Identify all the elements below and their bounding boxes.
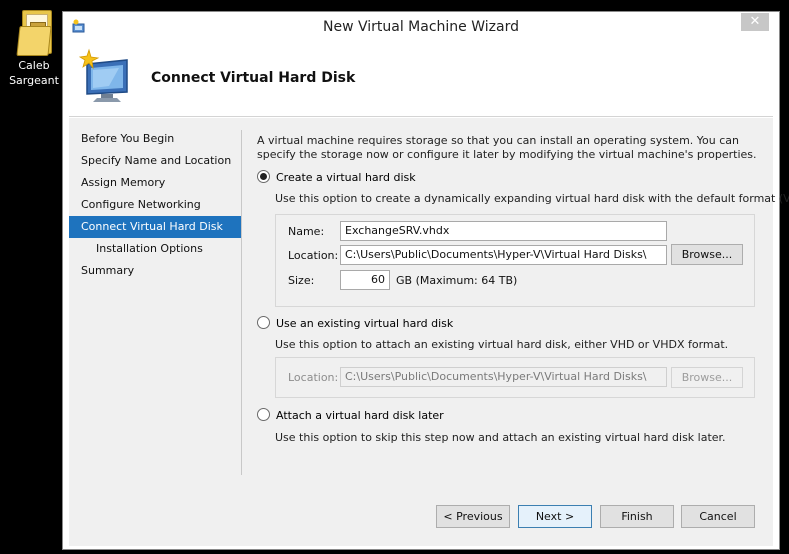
finish-button[interactable]: Finish [600, 505, 674, 528]
content-pane: A virtual machine requires storage so th… [257, 134, 789, 444]
disk-size-input[interactable]: 60 [340, 270, 390, 290]
next-button[interactable]: Next > [518, 505, 592, 528]
name-label: Name: [288, 225, 325, 238]
radio-button-checked[interactable] [257, 170, 270, 183]
existing-disk-group: Location: C:\Users\Public\Documents\Hype… [275, 357, 755, 398]
desktop-folder-shortcut[interactable]: Caleb Sargeant [4, 8, 64, 88]
radio-attach-later[interactable]: Attach a virtual hard disk later [257, 408, 444, 424]
create-disk-group: Name: ExchangeSRV.vhdx Location: C:\User… [275, 214, 755, 307]
monitor-sparkle-icon [79, 48, 128, 102]
radio-later-label: Attach a virtual hard disk later [276, 409, 444, 422]
wizard-body: Before You Begin Specify Name and Locati… [69, 117, 789, 546]
nav-step-specify-name-location[interactable]: Specify Name and Location [69, 150, 241, 172]
title-bar[interactable]: New Virtual Machine Wizard ✕ [63, 12, 779, 42]
folder-icon [16, 8, 52, 56]
existing-browse-button[interactable]: Browse... [671, 367, 743, 388]
wizard-window: New Virtual Machine Wizard ✕ Connect Vir… [62, 11, 789, 550]
existing-location-input[interactable]: C:\Users\Public\Documents\Hyper-V\Virtua… [340, 367, 667, 387]
size-suffix: GB (Maximum: 64 TB) [396, 274, 518, 287]
nav-step-before-you-begin[interactable]: Before You Begin [69, 128, 241, 150]
location-label: Location: [288, 249, 339, 262]
nav-step-configure-networking[interactable]: Configure Networking [69, 194, 241, 216]
window-title: New Virtual Machine Wizard [323, 19, 519, 35]
previous-button[interactable]: < Previous [436, 505, 510, 528]
wizard-steps-nav: Before You Begin Specify Name and Locati… [69, 128, 241, 282]
radio-create-virtual-hard-disk[interactable]: Create a virtual hard disk [257, 170, 416, 186]
nav-divider [241, 130, 242, 475]
size-label: Size: [288, 274, 315, 287]
browse-button[interactable]: Browse... [671, 244, 743, 265]
create-disk-hint: Use this option to create a dynamically … [275, 192, 789, 205]
radio-button-unchecked[interactable] [257, 316, 270, 329]
nav-step-assign-memory[interactable]: Assign Memory [69, 172, 241, 194]
existing-disk-hint: Use this option to attach an existing vi… [275, 338, 729, 351]
storage-description: A virtual machine requires storage so th… [257, 134, 757, 161]
nav-step-installation-options[interactable]: Installation Options [69, 238, 241, 260]
radio-existing-label: Use an existing virtual hard disk [276, 317, 454, 330]
radio-create-label: Create a virtual hard disk [276, 171, 416, 184]
close-button[interactable]: ✕ [741, 13, 769, 31]
radio-button-unchecked[interactable] [257, 408, 270, 421]
page-title: Connect Virtual Hard Disk [151, 70, 356, 86]
desktop-icon-label: Caleb Sargeant [9, 59, 59, 87]
nav-step-summary[interactable]: Summary [69, 260, 241, 282]
wizard-header: Connect Virtual Hard Disk [69, 42, 773, 117]
nav-step-connect-virtual-hard-disk[interactable]: Connect Virtual Hard Disk [69, 216, 241, 238]
disk-name-input[interactable]: ExchangeSRV.vhdx [340, 221, 667, 241]
attach-later-hint: Use this option to skip this step now an… [275, 431, 726, 444]
existing-location-label: Location: [288, 371, 339, 384]
disk-location-input[interactable]: C:\Users\Public\Documents\Hyper-V\Virtua… [340, 245, 667, 265]
radio-use-existing-disk[interactable]: Use an existing virtual hard disk [257, 316, 453, 332]
cancel-button[interactable]: Cancel [681, 505, 755, 528]
